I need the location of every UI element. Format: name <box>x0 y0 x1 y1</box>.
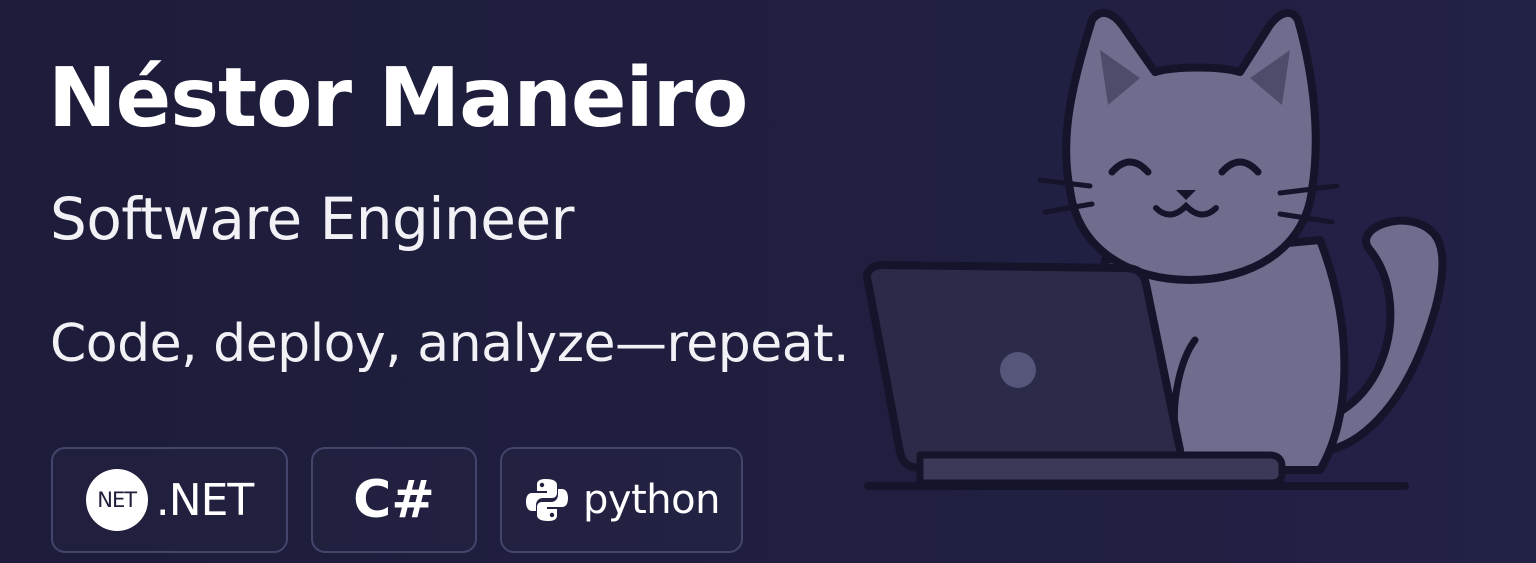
tagline: Code, deploy, analyze—repeat. <box>50 314 850 374</box>
tech-chip-label: C# <box>353 470 435 530</box>
page-title: Néstor Maneiro <box>48 51 748 146</box>
tech-chip-dotnet: NET .NET <box>51 447 288 553</box>
hero-banner: Néstor Maneiro Software Engineer Code, d… <box>0 0 1536 563</box>
tech-chip-csharp: C# <box>311 447 477 553</box>
python-logo-icon <box>526 479 569 521</box>
cat-with-laptop-icon <box>863 8 1447 490</box>
tech-chip-python: python <box>500 447 743 553</box>
tech-chip-label: python <box>583 477 720 523</box>
dotnet-icon: NET <box>85 469 148 531</box>
tech-chip-label: .NET <box>155 474 255 526</box>
job-title: Software Engineer <box>50 185 574 253</box>
